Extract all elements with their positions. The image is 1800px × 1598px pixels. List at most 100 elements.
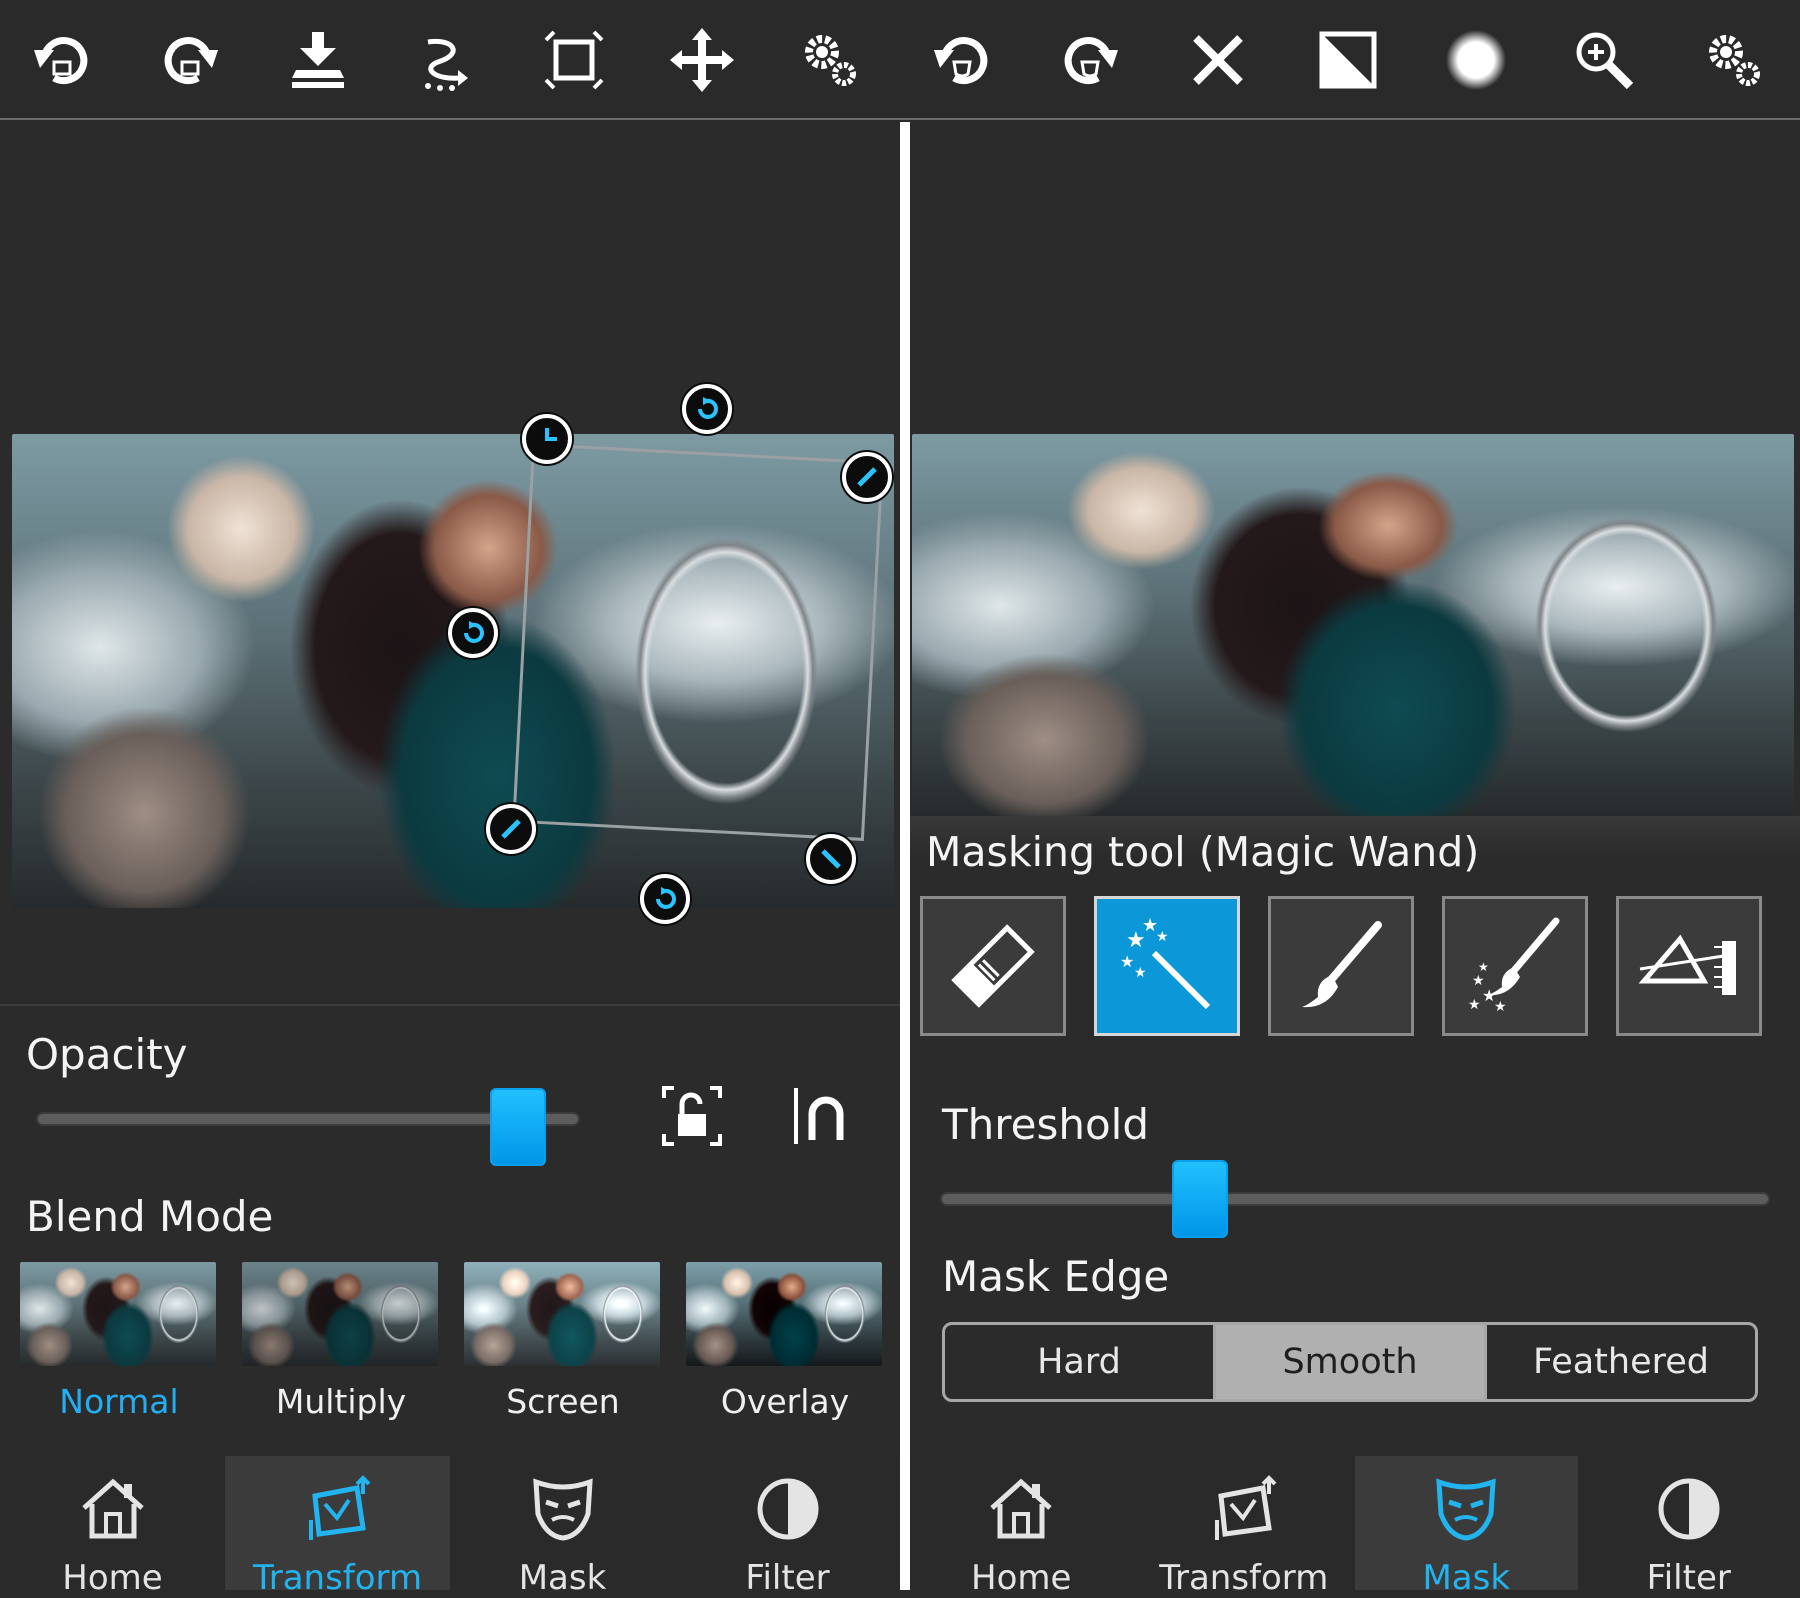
canvas-image[interactable]: [912, 434, 1794, 816]
svg-text:★: ★: [1156, 929, 1169, 945]
zoom-icon: [1572, 28, 1636, 92]
transform-box[interactable]: [512, 443, 883, 841]
filter-icon: [753, 1474, 823, 1544]
undo-icon: [30, 28, 94, 92]
magic-wand-tool-button[interactable]: ★★★★★: [1094, 896, 1240, 1036]
fit-frame-button[interactable]: [532, 20, 616, 100]
rotate-icon: [650, 884, 680, 914]
threshold-slider-thumb[interactable]: [1172, 1160, 1228, 1238]
transform-icon: [303, 1474, 373, 1544]
blend-mode-label: Blend Mode: [26, 1192, 273, 1241]
flip-icon: [414, 28, 478, 92]
corner-handle-bottom-left[interactable]: [486, 804, 536, 854]
redo-button[interactable]: [148, 20, 232, 100]
settings-icon: [1702, 28, 1766, 92]
opacity-label: Opacity: [26, 1030, 188, 1079]
lock-aspect-button[interactable]: [660, 1084, 724, 1148]
undo-mask-icon: [930, 28, 994, 92]
move-icon: [670, 28, 734, 92]
svg-text:★: ★: [1134, 965, 1147, 981]
blend-mode-normal[interactable]: Normal: [20, 1262, 218, 1421]
rotate-icon: [692, 394, 722, 424]
mask-icon: [1431, 1474, 1501, 1544]
blend-mode-label-multiply: Multiply: [242, 1382, 440, 1421]
blend-mode-multiply[interactable]: Multiply: [242, 1262, 440, 1421]
mask-icon: [528, 1474, 598, 1544]
magic-wand-icon: ★★★★★: [1112, 911, 1222, 1021]
eraser-icon: [938, 911, 1048, 1021]
nav-home[interactable]: Home: [910, 1456, 1133, 1590]
svg-text:★: ★: [1494, 999, 1507, 1015]
rotate-handle-top[interactable]: [682, 384, 732, 434]
fit-frame-icon: [542, 28, 606, 92]
mask-settings-button[interactable]: [1692, 20, 1776, 100]
blend-mode-label-screen: Screen: [464, 1382, 662, 1421]
flip-button[interactable]: [404, 20, 488, 100]
top-toolbar: [0, 0, 1800, 120]
resize-icon: [496, 814, 526, 844]
move-button[interactable]: [660, 20, 744, 100]
opacity-slider-thumb[interactable]: [490, 1088, 546, 1166]
invert-icon: [1316, 28, 1380, 92]
mask-panel: Masking tool (Magic Wand) ★★★★★ ★★★★★ Th…: [910, 122, 1800, 1590]
brush-size-button[interactable]: [1434, 20, 1518, 100]
nav-transform[interactable]: Transform: [225, 1456, 450, 1590]
rotate-handle-left[interactable]: [448, 608, 498, 658]
masking-tool-label: Masking tool (Magic Wand): [926, 828, 1479, 876]
corner-handle-bottom-right[interactable]: [806, 834, 856, 884]
threshold-label: Threshold: [942, 1100, 1149, 1149]
section-separator: [0, 1004, 900, 1006]
undo-mask-button[interactable]: [920, 20, 1004, 100]
brush-icon: [1286, 911, 1396, 1021]
invert-mask-button[interactable]: [1306, 20, 1390, 100]
blend-thumbnail: [686, 1262, 882, 1366]
settings-button[interactable]: [788, 20, 872, 100]
threshold-slider[interactable]: [940, 1192, 1770, 1206]
zoom-button[interactable]: [1562, 20, 1646, 100]
corner-handle-top-right[interactable]: [842, 452, 892, 502]
close-icon: [1186, 28, 1250, 92]
svg-text:★: ★: [1468, 997, 1481, 1013]
spray-brush-tool-button[interactable]: ★★★★★: [1442, 896, 1588, 1036]
bottom-nav-left: Home Transform Mask Filter: [0, 1456, 900, 1590]
home-icon: [986, 1474, 1056, 1544]
home-icon: [78, 1474, 148, 1544]
mask-edge-feathered[interactable]: Feathered: [1484, 1325, 1755, 1399]
blend-thumbnail: [20, 1262, 216, 1366]
nav-home[interactable]: Home: [0, 1456, 225, 1590]
import-icon: [286, 28, 350, 92]
svg-text:★: ★: [1478, 960, 1489, 974]
unlock-icon: [660, 1084, 724, 1148]
nav-mask[interactable]: Mask: [450, 1456, 675, 1590]
blend-mode-label-overlay: Overlay: [686, 1382, 884, 1421]
brush-size-icon: [1444, 28, 1508, 92]
resize-icon: [852, 462, 882, 492]
snap-button[interactable]: [790, 1084, 854, 1148]
nav-transform[interactable]: Transform: [1133, 1456, 1356, 1590]
mask-edge-smooth[interactable]: Smooth: [1213, 1325, 1484, 1399]
spray-brush-icon: ★★★★★: [1460, 911, 1570, 1021]
bottom-nav-right: Home Transform Mask Filter: [910, 1456, 1800, 1590]
gradient-tool-button[interactable]: [1616, 896, 1762, 1036]
blend-mode-screen[interactable]: Screen: [464, 1262, 662, 1421]
brush-tool-button[interactable]: [1268, 896, 1414, 1036]
clock-icon: [532, 424, 562, 454]
mask-edge-label: Mask Edge: [942, 1252, 1169, 1301]
import-button[interactable]: [276, 20, 360, 100]
blend-mode-overlay[interactable]: Overlay: [686, 1262, 884, 1421]
corner-handle-top-left[interactable]: [522, 414, 572, 464]
redo-icon: [158, 28, 222, 92]
redo-mask-button[interactable]: [1048, 20, 1132, 100]
clear-mask-button[interactable]: [1176, 20, 1260, 100]
gradient-tool-icon: [1634, 911, 1744, 1021]
blend-thumbnail: [464, 1262, 660, 1366]
mask-edge-selector: Hard Smooth Feathered: [942, 1322, 1758, 1402]
mask-edge-hard[interactable]: Hard: [945, 1325, 1213, 1399]
undo-button[interactable]: [20, 20, 104, 100]
nav-filter[interactable]: Filter: [1578, 1456, 1800, 1590]
nav-filter[interactable]: Filter: [675, 1456, 900, 1590]
nav-mask[interactable]: Mask: [1355, 1456, 1578, 1590]
rotate-handle-bottom[interactable]: [640, 874, 690, 924]
eraser-tool-button[interactable]: [920, 896, 1066, 1036]
rotate-icon: [458, 618, 488, 648]
